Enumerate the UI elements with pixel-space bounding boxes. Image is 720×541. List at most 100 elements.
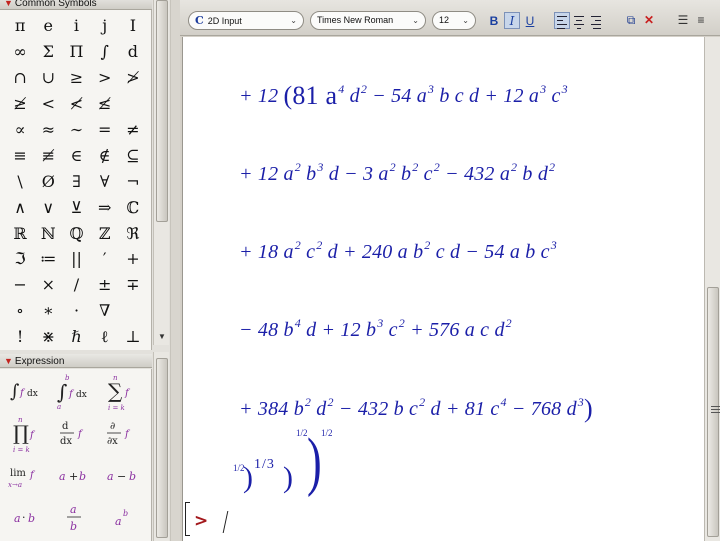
align-left-button[interactable] <box>554 12 570 29</box>
symbol-button[interactable]: ℕ <box>34 220 62 246</box>
fraction-template[interactable]: ab <box>52 497 100 539</box>
symbol-button[interactable]: ∗ <box>34 298 62 324</box>
align-center-button[interactable] <box>571 12 587 29</box>
symbol-button[interactable]: Σ <box>34 39 62 65</box>
symbol-button[interactable]: ± <box>91 272 119 298</box>
symbol-button[interactable]: ∉ <box>91 142 119 168</box>
symbol-button[interactable]: ≈ <box>34 117 62 143</box>
symbol-button[interactable]: ≡ <box>6 142 34 168</box>
expression-scrollbar[interactable] <box>153 352 169 541</box>
indefinite-integral-template[interactable]: ∫ f dx <box>4 371 52 413</box>
symbol-button[interactable]: ⊥ <box>119 324 147 350</box>
symbol-button[interactable]: ≥ <box>62 65 90 91</box>
input-mode-dropdown[interactable]: C 2D Input ⌄ <box>188 11 304 30</box>
bullet-list-icon[interactable]: ☰ <box>674 12 692 29</box>
derivative-template[interactable]: d dx f <box>52 413 100 455</box>
symbol-button[interactable]: ≢ <box>34 142 62 168</box>
symbol-button[interactable]: ∓ <box>119 272 147 298</box>
align-right-button[interactable] <box>588 12 604 29</box>
symbol-button[interactable]: ℝ <box>6 220 34 246</box>
symbol-button[interactable]: ′ <box>91 246 119 272</box>
document-scrollbar[interactable] <box>704 37 720 541</box>
symbol-button[interactable]: ℓ <box>91 324 119 350</box>
symbol-button[interactable]: ∩ <box>6 65 34 91</box>
symbol-button[interactable]: I <box>119 13 147 39</box>
symbol-button[interactable]: ∘ <box>6 298 34 324</box>
power-template[interactable]: ab <box>99 497 147 539</box>
symbol-button[interactable]: ∝ <box>6 117 34 143</box>
symbol-button[interactable]: < <box>34 91 62 117</box>
symbol-button[interactable]: ⊻ <box>62 194 90 220</box>
scroll-down-arrow-icon[interactable]: ▼ <box>156 330 168 343</box>
symbol-button[interactable]: ∪ <box>34 65 62 91</box>
scrollbar-thumb[interactable] <box>156 358 168 538</box>
collapse-triangle-icon[interactable]: ▼ <box>4 0 13 8</box>
symbol-button[interactable]: ≯ <box>119 65 147 91</box>
font-family-dropdown[interactable]: Times New Roman ⌄ <box>310 11 426 30</box>
symbol-button[interactable]: ℂ <box>119 194 147 220</box>
symbol-button[interactable]: × <box>34 272 62 298</box>
symbol-button[interactable]: ! <box>6 324 34 350</box>
symbol-button[interactable]: ≮ <box>62 91 90 117</box>
scrollbar-thumb[interactable] <box>707 287 720 537</box>
symbol-button[interactable] <box>119 91 147 117</box>
symbol-button[interactable]: j <box>91 13 119 39</box>
symbol-button[interactable]: ≠ <box>119 117 147 143</box>
symbol-button[interactable]: e <box>34 13 62 39</box>
symbol-button[interactable]: · <box>62 298 90 324</box>
symbols-scrollbar[interactable]: ▼ <box>153 0 169 345</box>
symbol-button[interactable]: ℚ <box>62 220 90 246</box>
product-dot-template[interactable]: a · b <box>4 497 52 539</box>
symbol-button[interactable]: ∀ <box>91 168 119 194</box>
symbol-button[interactable]: ⊆ <box>119 142 147 168</box>
numbered-list-icon[interactable]: ≡ <box>692 12 710 29</box>
font-size-dropdown[interactable]: 12 ⌄ <box>432 11 476 30</box>
symbol-button[interactable]: π <box>6 13 34 39</box>
bold-button[interactable]: B <box>486 12 502 29</box>
insert-image-icon[interactable]: ⧉ <box>622 12 640 29</box>
symbol-button[interactable]: ≰ <box>91 91 119 117</box>
symbol-button[interactable]: ∫ <box>91 39 119 65</box>
symbol-button[interactable]: Π <box>62 39 90 65</box>
symbol-button[interactable]: = <box>91 117 119 143</box>
summation-template[interactable]: n ∑ i = kf <box>99 371 147 413</box>
definite-integral-template[interactable]: b ∫ a f dx <box>52 371 100 413</box>
symbol-button[interactable]: − <box>6 272 34 298</box>
symbol-button[interactable]: Ø <box>34 168 62 194</box>
symbol-button[interactable]: ℑ <box>6 246 34 272</box>
symbol-button[interactable]: / <box>62 272 90 298</box>
limit-template[interactable]: lim x→a f <box>4 455 52 497</box>
symbol-button[interactable]: ∨ <box>34 194 62 220</box>
symbol-button[interactable] <box>119 298 147 324</box>
symbol-button[interactable]: ℏ <box>62 324 90 350</box>
symbol-button[interactable]: ⋇ <box>34 324 62 350</box>
symbol-button[interactable]: \ <box>6 168 34 194</box>
symbol-button[interactable]: ∧ <box>6 194 34 220</box>
expression-header[interactable]: ▼ Expression <box>0 354 152 368</box>
symbol-button[interactable]: || <box>62 246 90 272</box>
symbol-button[interactable]: ¬ <box>119 168 147 194</box>
sum-template[interactable]: a + b <box>52 455 100 497</box>
symbol-button[interactable]: ∈ <box>62 142 90 168</box>
execution-group-bracket[interactable] <box>185 502 190 536</box>
worksheet-document[interactable]: + 12 (81 a4 d2 − 54 a3 b c d + 12 a3 c3 … <box>182 37 704 541</box>
symbol-button[interactable]: ≔ <box>34 246 62 272</box>
symbol-button[interactable]: ∇ <box>91 298 119 324</box>
symbol-button[interactable]: ≱ <box>6 91 34 117</box>
difference-template[interactable]: a − b <box>99 455 147 497</box>
symbol-button[interactable]: ℤ <box>91 220 119 246</box>
underline-button[interactable]: U <box>522 12 538 29</box>
symbol-button[interactable]: ∼ <box>62 117 90 143</box>
symbol-button[interactable]: ∞ <box>6 39 34 65</box>
common-symbols-header[interactable]: ▼ Common Symbols <box>0 0 152 10</box>
partial-derivative-template[interactable]: ∂ ∂x f <box>99 413 147 455</box>
symbol-button[interactable]: d <box>119 39 147 65</box>
symbol-button[interactable]: ⇒ <box>91 194 119 220</box>
italic-button[interactable]: I <box>504 12 520 29</box>
symbol-button[interactable]: > <box>91 65 119 91</box>
delete-icon[interactable]: ✕ <box>640 12 658 29</box>
panel-splitter[interactable] <box>170 0 180 541</box>
symbol-button[interactable]: i <box>62 13 90 39</box>
symbol-button[interactable]: ∃ <box>62 168 90 194</box>
product-template[interactable]: n ∏ i = kf <box>4 413 52 455</box>
